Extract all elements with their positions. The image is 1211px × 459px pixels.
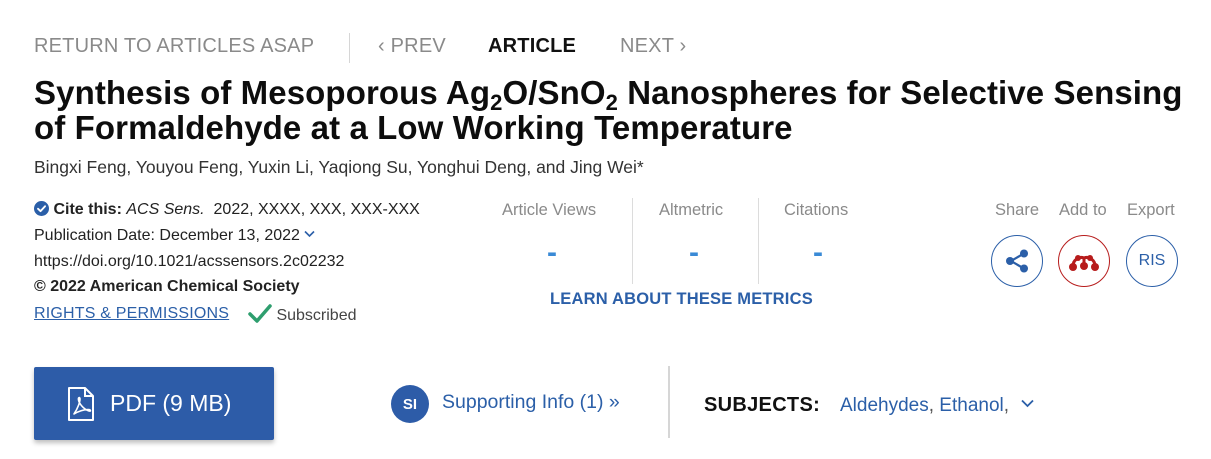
next-link[interactable]: NEXT › (620, 35, 686, 58)
chevron-down-icon (304, 230, 315, 238)
export-ris-button[interactable]: RIS (1126, 235, 1178, 287)
subjects-list: Aldehydes, Ethanol, (840, 395, 1035, 417)
publication-date-text: Publication Date: December 13, 2022 (34, 227, 300, 244)
chevron-right-icon: › (679, 35, 687, 57)
subject-separator: , (1003, 395, 1010, 416)
subject-link-aldehydes[interactable]: Aldehydes (840, 395, 929, 416)
subscribed-label: Subscribed (276, 307, 357, 324)
return-to-articles-link[interactable]: RETURN TO ARTICLES ASAP (34, 35, 314, 58)
verified-check-icon (34, 201, 49, 216)
prev-link[interactable]: ‹ PREV (378, 35, 446, 58)
add-to-mendeley-button[interactable] (1058, 235, 1110, 287)
article-tab[interactable]: ARTICLE (488, 35, 576, 58)
cite-line[interactable]: Cite this: ACS Sens. 2022, XXXX, XXX, XX… (34, 201, 420, 219)
supporting-info-link[interactable]: Supporting Info (1) » (442, 391, 620, 414)
author-list[interactable]: Bingxi Feng, Youyou Feng, Yuxin Li, Yaqi… (34, 157, 644, 178)
subjects-label: SUBJECTS: (704, 394, 821, 416)
checkmark-icon (248, 304, 272, 323)
supporting-info-badge[interactable]: SI (391, 385, 429, 423)
pdf-button-label: PDF (9 MB) (110, 390, 232, 416)
rights-permissions-link[interactable]: RIGHTS & PERMISSIONS (34, 305, 229, 323)
publication-date[interactable]: Publication Date: December 13, 2022 (34, 227, 315, 245)
metric-label-citations: Citations (784, 201, 849, 219)
share-label: Share (995, 201, 1040, 219)
next-label: NEXT (620, 35, 674, 57)
metric-value-citations: - (813, 236, 823, 269)
cite-label: Cite this: (53, 201, 122, 218)
nav-divider (349, 33, 350, 63)
chevron-left-icon: ‹ (378, 35, 385, 57)
title-part-2: O/SnO (502, 74, 606, 111)
pdf-download-button[interactable]: PDF (9 MB) (34, 367, 274, 440)
page-title: Synthesis of Mesoporous Ag2O/SnO2 Nanosp… (34, 75, 1184, 145)
chevron-down-icon[interactable] (1021, 399, 1035, 408)
journal-name: ACS Sens. (126, 201, 205, 218)
mendeley-icon (1069, 255, 1099, 271)
share-button[interactable] (991, 235, 1043, 287)
metric-value-article-views: - (547, 236, 557, 269)
export-label: Export (1127, 201, 1175, 219)
metric-divider (758, 198, 759, 284)
metric-label-altmetric: Altmetric (659, 201, 724, 219)
doi-link[interactable]: https://doi.org/10.1021/acssensors.2c022… (34, 253, 344, 271)
subscribed-status: Subscribed (248, 304, 357, 325)
metric-divider (632, 198, 633, 284)
ris-label: RIS (1138, 252, 1166, 269)
title-part-1: Synthesis of Mesoporous Ag (34, 74, 491, 111)
metric-value-altmetric: - (689, 236, 699, 269)
citation-details: 2022, XXXX, XXX, XXX-XXX (213, 201, 420, 218)
subject-link-ethanol[interactable]: Ethanol (939, 395, 1003, 416)
prev-label: PREV (390, 35, 446, 57)
subject-separator: , (928, 395, 940, 416)
add-to-label: Add to (1059, 201, 1107, 219)
metric-label-article-views: Article Views (502, 201, 597, 219)
share-icon (1006, 249, 1028, 273)
bottom-divider (668, 366, 670, 438)
learn-about-metrics-link[interactable]: LEARN ABOUT THESE METRICS (550, 290, 813, 309)
pdf-file-icon (68, 386, 94, 421)
copyright-notice: © 2022 American Chemical Society (34, 278, 300, 295)
